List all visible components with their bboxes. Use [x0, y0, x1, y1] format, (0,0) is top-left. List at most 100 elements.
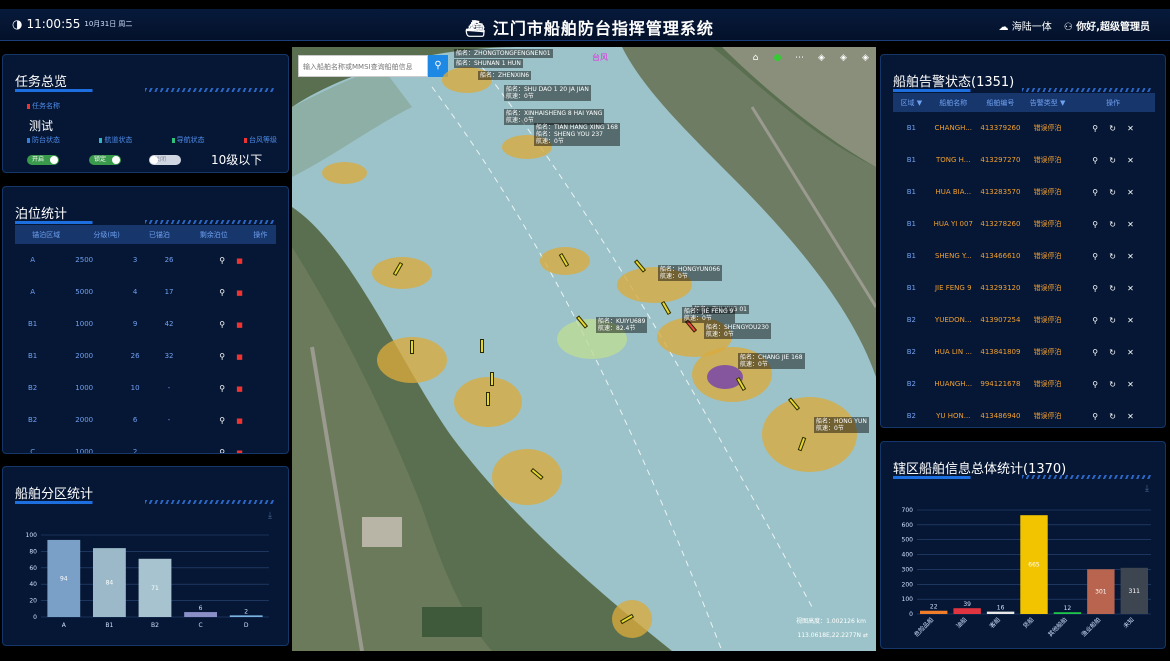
mute-icon[interactable]: ✕ — [1127, 220, 1134, 229]
location-icon[interactable]: ⚲ — [219, 384, 225, 393]
location-icon[interactable]: ⚲ — [219, 320, 225, 329]
table-row[interactable]: B1 HUA BIA... 413283570 错误停泊 ⚲ ↻ ✕ — [893, 176, 1155, 208]
theme-icon[interactable]: ◑ — [12, 17, 22, 31]
delete-icon[interactable]: ■ — [236, 385, 243, 393]
location-icon[interactable]: ⚲ — [1092, 252, 1098, 261]
filter-icon[interactable]: ▼ — [1060, 99, 1065, 107]
mute-icon[interactable]: ✕ — [1127, 252, 1134, 261]
map-view[interactable]: 输入船舶名称或MMSI查询船舶信息 ⚲ 台风 ⌂ ● ⋯ ◈ ◈ ◈ 船名：ZH… — [292, 47, 876, 651]
location-icon[interactable]: ⚲ — [219, 288, 225, 297]
vessel-label[interactable]: 船名：SHENGYOU230 航速：0节 — [704, 323, 771, 339]
table-row[interactable]: B2 YU HON... 413486940 错误停泊 ⚲ ↻ ✕ — [893, 400, 1155, 427]
track-icon[interactable]: ↻ — [1109, 252, 1116, 261]
x-tick-label: 渔业船舶 — [1080, 616, 1103, 639]
delete-icon[interactable]: ■ — [236, 449, 243, 454]
location-icon[interactable]: ⚲ — [1092, 348, 1098, 357]
location-icon[interactable]: ⚲ — [219, 448, 225, 454]
track-icon[interactable]: ↻ — [1109, 412, 1116, 421]
table-row[interactable]: B1 SHENG Y... 413466610 错误停泊 ⚲ ↻ ✕ — [893, 240, 1155, 272]
mute-icon[interactable]: ✕ — [1127, 188, 1134, 197]
table-cell: 错误停泊 — [1033, 156, 1062, 164]
table-cell: 413841809 — [980, 348, 1021, 356]
track-icon[interactable]: ↻ — [1109, 284, 1116, 293]
track-icon[interactable]: ↻ — [1109, 188, 1116, 197]
track-icon[interactable]: ↻ — [1109, 316, 1116, 325]
track-icon[interactable]: ↻ — [1109, 380, 1116, 389]
clock: ◑ 11:00:55 10月31日 周二 — [12, 17, 132, 31]
track-icon[interactable]: ↻ — [1109, 220, 1116, 229]
col-header-area[interactable]: 区域 ▼ — [893, 93, 930, 112]
vessel-marker[interactable] — [490, 372, 494, 386]
stack-icon[interactable]: ◈ — [838, 53, 849, 64]
location-icon[interactable]: ⚲ — [1092, 284, 1098, 293]
globe-icon[interactable]: ● — [772, 53, 783, 64]
location-icon[interactable]: ⚲ — [1092, 412, 1098, 421]
nav-toggle[interactable]: 关闭 — [149, 154, 181, 165]
vessel-label[interactable]: 船名：ZHENXIN6 — [478, 71, 532, 80]
table-row[interactable]: B2 HUANGH... 994121678 错误停泊 ⚲ ↻ ✕ — [893, 368, 1155, 400]
typhoon-toggle[interactable]: 开启 — [27, 154, 59, 165]
table-cell: 413297270 — [980, 156, 1021, 164]
delete-icon[interactable]: ■ — [236, 417, 243, 425]
table-row: B2 2000 6 - ⚲ ■ — [15, 404, 276, 436]
table-cell: B1 — [906, 252, 916, 260]
channel-toggle[interactable]: 锁定 — [89, 154, 121, 165]
layer-toggle-icon[interactable]: ◈ — [860, 53, 871, 64]
delete-icon[interactable]: ■ — [236, 321, 243, 329]
vessel-marker[interactable] — [480, 339, 484, 353]
location-icon[interactable]: ⚲ — [1092, 380, 1098, 389]
table-row[interactable]: B1 JIE FENG 9 413293120 错误停泊 ⚲ ↻ ✕ — [893, 272, 1155, 304]
table-row[interactable]: B1 CHANGH... 413379260 错误停泊 ⚲ ↻ ✕ — [893, 112, 1155, 144]
vessel-label[interactable]: 船名：TIAN HANG XING 168 船名：SHENG YOU 237 航速：… — [534, 123, 620, 146]
filter-icon[interactable]: ▼ — [917, 99, 922, 107]
sea-land-menu[interactable]: ☁ 海陆一体 — [999, 18, 1052, 33]
delete-icon[interactable]: ■ — [236, 257, 243, 265]
track-icon[interactable]: ↻ — [1109, 156, 1116, 165]
swap-icon[interactable]: ⇄ — [863, 632, 868, 639]
vessel-label[interactable]: 船名：HONG YUN 航速：0节 — [814, 417, 869, 433]
table-row[interactable]: B2 YUEDON... 413907254 错误停泊 ⚲ ↻ ✕ — [893, 304, 1155, 336]
location-icon[interactable]: ⚲ — [1092, 124, 1098, 133]
vessel-marker[interactable] — [410, 340, 414, 354]
home-icon[interactable]: ⌂ — [750, 53, 761, 64]
vessel-marker[interactable] — [486, 392, 490, 406]
more-icon[interactable]: ⋯ — [794, 53, 805, 64]
location-icon[interactable]: ⚲ — [219, 352, 225, 361]
location-icon[interactable]: ⚲ — [219, 416, 225, 425]
table-row[interactable]: B1 TONG H... 413297270 错误停泊 ⚲ ↻ ✕ — [893, 144, 1155, 176]
download-icon[interactable]: ⤓ — [268, 511, 272, 521]
vessel-label[interactable]: 船名：KUIYU689 航速：82.4节 — [596, 317, 648, 333]
ship-search-input[interactable]: 输入船舶名称或MMSI查询船舶信息 — [298, 55, 428, 77]
download-icon[interactable]: ⤓ — [1145, 484, 1149, 494]
table-row[interactable]: B2 HUA LIN ... 413841809 错误停泊 ⚲ ↻ ✕ — [893, 336, 1155, 368]
table-row[interactable]: B1 HUA YI 007 413278260 错误停泊 ⚲ ↻ ✕ — [893, 208, 1155, 240]
mute-icon[interactable]: ✕ — [1127, 316, 1134, 325]
mute-icon[interactable]: ✕ — [1127, 284, 1134, 293]
user-menu[interactable]: ⚇ 你好,超级管理员 — [1064, 18, 1150, 33]
y-tick-label: 600 — [902, 522, 914, 529]
vessel-label[interactable]: 船名：HONGYUN066 航速：0节 — [658, 265, 723, 281]
location-icon[interactable]: ⚲ — [219, 256, 225, 265]
vessel-label[interactable]: 船名：SHU DAO 1 20 JA JIAN 航速：0节 — [504, 85, 591, 101]
table-cell: 413293120 — [980, 284, 1021, 292]
location-icon[interactable]: ⚲ — [1092, 220, 1098, 229]
delete-icon[interactable]: ■ — [236, 289, 243, 297]
location-icon[interactable]: ⚲ — [1092, 156, 1098, 165]
layers-icon[interactable]: ◈ — [816, 53, 827, 64]
delete-icon[interactable]: ■ — [236, 353, 243, 361]
col-header-type[interactable]: 告警类型 ▼ — [1024, 93, 1071, 112]
mute-icon[interactable]: ✕ — [1127, 124, 1134, 133]
vessel-label[interactable]: 船名：ZHONGTONGFENGNEN01 — [454, 49, 553, 58]
mute-icon[interactable]: ✕ — [1127, 412, 1134, 421]
mute-icon[interactable]: ✕ — [1127, 348, 1134, 357]
track-icon[interactable]: ↻ — [1109, 348, 1116, 357]
vessel-label[interactable]: 船名：JIE FENG 9 航速：0节 — [682, 307, 736, 323]
track-icon[interactable]: ↻ — [1109, 124, 1116, 133]
location-icon[interactable]: ⚲ — [1092, 316, 1098, 325]
mute-icon[interactable]: ✕ — [1127, 380, 1134, 389]
vessel-label[interactable]: 船名：SHUNAN 1 HUN — [454, 59, 523, 68]
mute-icon[interactable]: ✕ — [1127, 156, 1134, 165]
location-icon[interactable]: ⚲ — [1092, 188, 1098, 197]
vessel-label[interactable]: 船名：CHANG JIE 168 航速：0节 — [738, 353, 805, 369]
table-cell: 错误停泊 — [1033, 220, 1062, 228]
